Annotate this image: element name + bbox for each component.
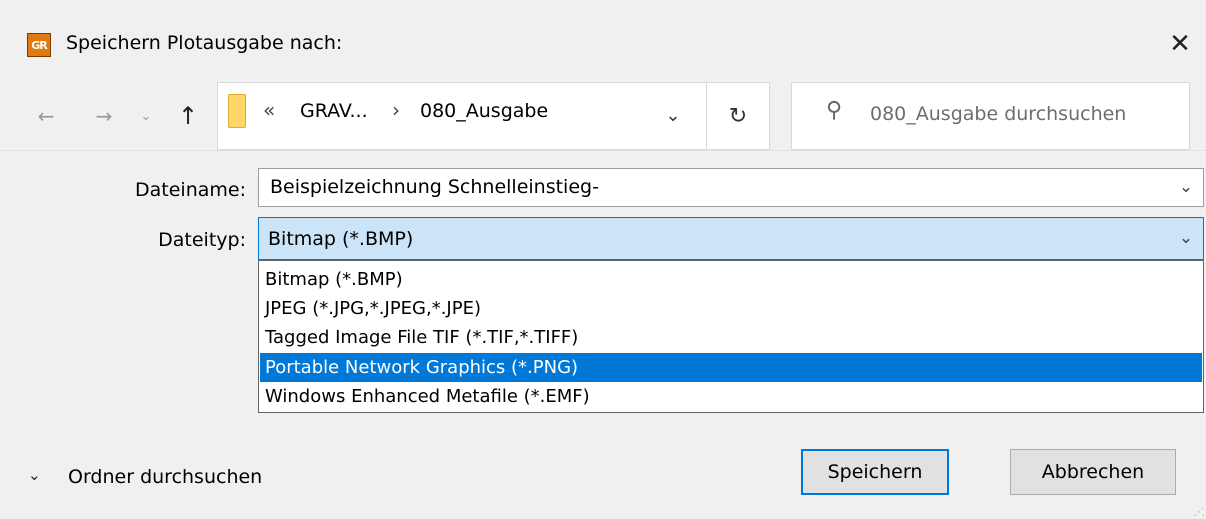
filetype-option-jpeg[interactable]: JPEG (*.JPG,*.JPEG,*.JPE)	[260, 294, 1202, 323]
divider	[0, 150, 1206, 151]
chevron-down-icon: ⌄	[1178, 177, 1194, 197]
up-folder-button[interactable]: ↑	[170, 96, 206, 136]
refresh-button[interactable]: ↻	[707, 82, 770, 150]
arrow-up-icon: ↑	[177, 102, 199, 130]
back-button[interactable]: ←	[28, 98, 64, 134]
arrow-left-icon: ←	[37, 104, 55, 128]
search-icon: ⚲	[826, 98, 843, 123]
breadcrumb-overflow-icon[interactable]: «	[263, 98, 275, 122]
save-button[interactable]: Speichern	[801, 449, 949, 495]
address-dropdown-button[interactable]: ⌄	[658, 98, 688, 132]
arrow-right-icon: →	[95, 104, 113, 128]
breadcrumb-separator-icon[interactable]: ›	[392, 98, 400, 122]
window-title: Speichern Plotausgabe nach:	[66, 32, 343, 54]
filetype-option-bmp[interactable]: Bitmap (*.BMP)	[260, 265, 1202, 294]
cancel-button[interactable]: Abbrechen	[1010, 449, 1176, 495]
resize-grip-icon[interactable]: ⋰⋰	[1194, 507, 1206, 518]
app-icon: GR	[27, 33, 51, 57]
recent-locations-button[interactable]: ⌄	[134, 100, 158, 132]
filetype-selected-value[interactable]: Bitmap (*.BMP)	[268, 228, 413, 250]
chevron-down-icon: ⌄	[1178, 228, 1194, 248]
breadcrumb-item[interactable]: 080_Ausgabe	[420, 100, 548, 122]
browse-folders-toggle[interactable]: Ordner durchsuchen	[68, 466, 262, 488]
filetype-dropdown-list: Bitmap (*.BMP) JPEG (*.JPG,*.JPEG,*.JPE)…	[258, 260, 1204, 413]
forward-button[interactable]: →	[86, 98, 122, 134]
filetype-dropdown-button[interactable]: ⌄	[1172, 221, 1200, 255]
close-icon: ✕	[1169, 29, 1191, 59]
search-input[interactable]	[868, 96, 1178, 132]
chevron-down-icon: ⌄	[140, 108, 152, 124]
breadcrumb-item[interactable]: GRAV...	[300, 100, 368, 122]
filetype-label: Dateityp:	[158, 229, 246, 251]
filename-label: Dateiname:	[135, 179, 246, 201]
close-button[interactable]: ✕	[1160, 24, 1200, 64]
filetype-option-png[interactable]: Portable Network Graphics (*.PNG)	[260, 353, 1202, 382]
folder-icon	[228, 94, 246, 128]
refresh-icon: ↻	[728, 103, 748, 129]
filename-dropdown-button[interactable]: ⌄	[1172, 170, 1200, 204]
filetype-option-tif[interactable]: Tagged Image File TIF (*.TIF,*.TIFF)	[260, 323, 1202, 352]
filename-input[interactable]	[268, 170, 1158, 204]
chevron-down-icon: ⌄	[665, 104, 681, 126]
chevron-down-icon[interactable]: ⌄	[28, 466, 41, 484]
filetype-option-emf[interactable]: Windows Enhanced Metafile (*.EMF)	[260, 382, 1202, 411]
